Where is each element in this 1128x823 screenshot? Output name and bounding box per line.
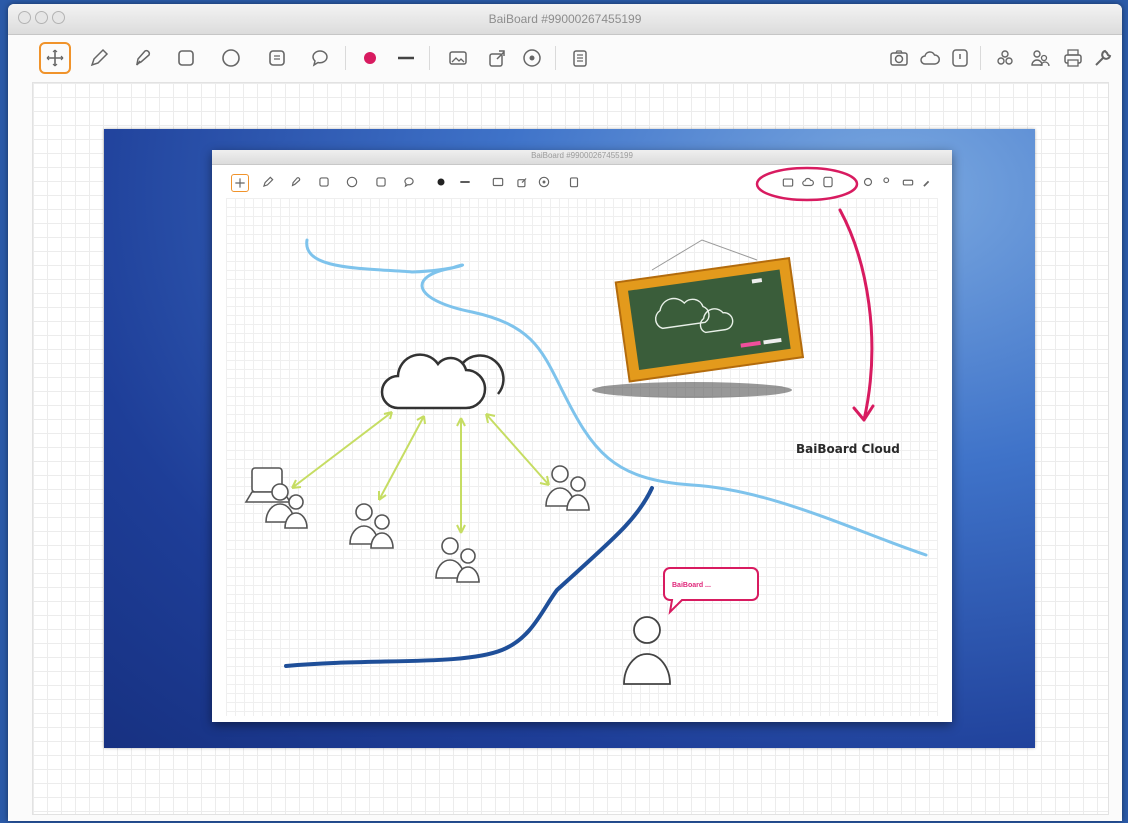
pen-tool-button[interactable] (84, 43, 114, 73)
save-icon (952, 49, 968, 67)
export-icon (489, 50, 505, 67)
share-button[interactable] (990, 43, 1020, 73)
toolbar-separator (555, 46, 556, 70)
people-group-mid-left (349, 503, 394, 549)
save-button[interactable] (945, 43, 975, 73)
rectangle-tool-button[interactable] (171, 43, 201, 73)
image-icon (449, 51, 467, 65)
toolbar-separator (345, 46, 346, 70)
plus-crosshair-icon (46, 49, 64, 67)
users-icon (1031, 50, 1050, 67)
title-bar: BaiBoard #99000267455199 (8, 4, 1122, 35)
speech-bubble-drawing (663, 567, 759, 615)
line-width-button[interactable] (391, 43, 421, 73)
clipboard-icon (573, 50, 587, 67)
cloud-icon (920, 51, 940, 65)
target-icon (523, 49, 541, 67)
pink-arrow-annotation (838, 208, 875, 422)
camera-button[interactable] (884, 43, 914, 73)
pencil-icon (90, 48, 109, 67)
circle-icon (222, 49, 240, 67)
speech-bubble-text: BaiBoard ... (672, 582, 711, 589)
settings-button[interactable] (1088, 43, 1118, 73)
users-button[interactable] (1025, 43, 1055, 73)
embedded-baiboard-window: BaiBoard #99000267455199 BaiBoard Cloud … (212, 150, 952, 722)
toolbar-separator (429, 46, 430, 70)
main-toolbar (8, 34, 1122, 80)
wrench-icon (1095, 49, 1112, 66)
chalkboard-image (592, 239, 805, 398)
note-icon (269, 50, 285, 66)
people-group-right (545, 465, 590, 511)
marker-icon (135, 49, 151, 66)
people-group-center (435, 537, 480, 583)
color-dot-icon (364, 52, 376, 64)
clipboard-tool-button[interactable] (565, 43, 595, 73)
person-drawing (623, 616, 671, 685)
whiteboard-drawing (244, 166, 928, 685)
note-tool-button[interactable] (262, 43, 292, 73)
rounded-square-icon (178, 50, 194, 66)
image-tool-button[interactable] (443, 43, 473, 73)
highlight-circle-annotation (755, 166, 859, 202)
toolbar-separator (980, 46, 981, 70)
color-picker-button[interactable] (355, 43, 385, 73)
share-icon (997, 50, 1013, 65)
circle-tool-button[interactable] (216, 43, 246, 73)
baiboard-cloud-label: BaiBoard Cloud (796, 442, 900, 456)
window-title: BaiBoard #99000267455199 (488, 12, 642, 26)
export-tool-button[interactable] (482, 43, 512, 73)
green-arrows (291, 411, 550, 534)
print-button[interactable] (1058, 43, 1088, 73)
cloud-drawing (380, 353, 505, 410)
move-tool-button[interactable] (39, 42, 71, 74)
print-icon (1064, 49, 1082, 67)
cloud-button[interactable] (915, 43, 945, 73)
embedded-screenshot-image[interactable]: BaiBoard #99000267455199 BaiBoard Cloud … (104, 129, 1035, 748)
marker-tool-button[interactable] (128, 43, 158, 73)
target-tool-button[interactable] (517, 43, 547, 73)
line-icon (398, 56, 414, 60)
speech-tool-button[interactable] (305, 43, 335, 73)
speech-bubble-icon (312, 50, 328, 67)
people-group-left (265, 483, 308, 529)
camera-icon (890, 50, 908, 66)
